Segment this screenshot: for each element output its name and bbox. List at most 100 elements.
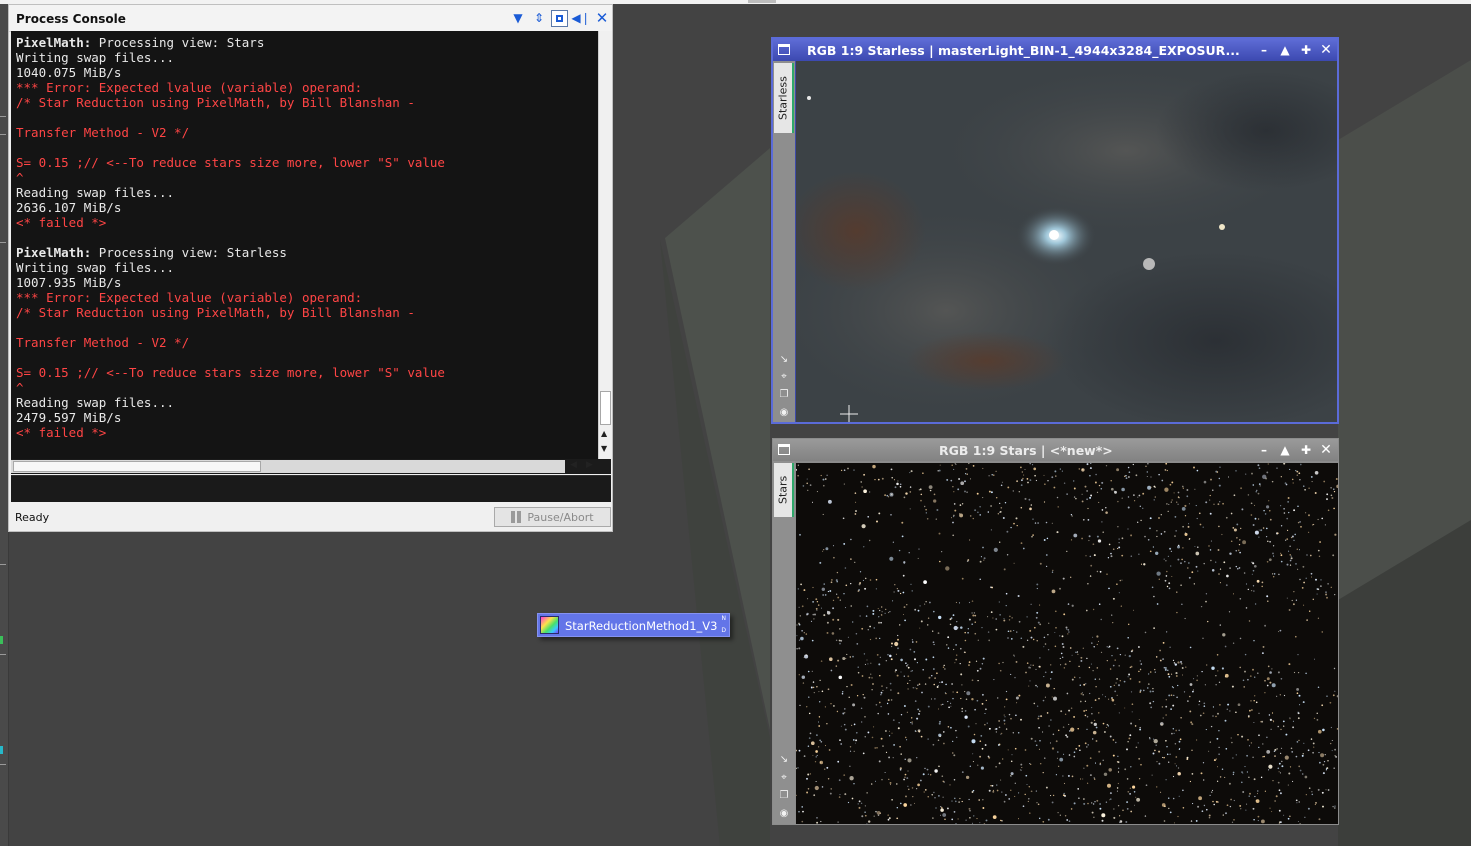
console-line-text: S= 0.15 ;// <--To reduce stars size more…: [16, 365, 445, 380]
minimize-icon[interactable]: –: [1257, 42, 1271, 58]
console-title-bar[interactable]: Process Console ▼ ⇕ ◀❘ ✕: [9, 5, 612, 32]
console-output[interactable]: PixelMath: Processing view: Stars Writing…: [11, 31, 598, 459]
starless-image[interactable]: [796, 61, 1337, 422]
shade-icon[interactable]: ▲: [1278, 442, 1292, 458]
mask-icon[interactable]: ◉: [778, 807, 790, 819]
process-icon-corner-n: N: [721, 615, 727, 622]
console-status-bar: Ready Pause/Abort: [9, 502, 612, 531]
minimize-icon[interactable]: –: [1257, 442, 1271, 458]
window-title: RGB 1:9 Starless | masterLight_BIN-1_494…: [807, 43, 1240, 58]
console-line-text: /* Star Reduction using PixelMath, by Bi…: [16, 95, 415, 110]
console-line-text: *** Error: Expected lvalue (variable) op…: [16, 290, 363, 305]
console-line-text: /* Star Reduction using PixelMath, by Bi…: [16, 305, 415, 320]
stars-image[interactable]: [796, 463, 1338, 824]
image-window-stars[interactable]: RGB 1:9 Stars | <*new*> – ▲ ✚ ✕ Stars ↘ …: [772, 438, 1339, 825]
console-line-text: Transfer Method - V2 */: [16, 335, 190, 350]
console-line: PixelMath: Processing view: Stars: [16, 35, 445, 50]
console-line-text: ^: [16, 380, 24, 395]
scroll-right-icon[interactable]: ▶: [586, 460, 593, 470]
console-line-text: 2636.107 MiB/s: [16, 200, 122, 215]
console-line: *** Error: Expected lvalue (variable) op…: [16, 290, 445, 305]
pause-abort-button[interactable]: Pause/Abort: [494, 507, 611, 527]
crosshair-cursor-icon: [840, 405, 858, 422]
console-line: /* Star Reduction using PixelMath, by Bi…: [16, 305, 445, 320]
console-vertical-scrollbar[interactable]: ▲ ▼: [598, 31, 612, 459]
window-menu-icon[interactable]: [778, 44, 790, 55]
console-line-text: 2479.597 MiB/s: [16, 410, 122, 425]
collapse-left-icon[interactable]: ◀❘: [571, 10, 590, 26]
console-line-text: Processing view: Starless: [91, 245, 287, 260]
view-tab-starless[interactable]: Starless: [774, 63, 794, 133]
resize-vertical-icon[interactable]: ⇕: [531, 10, 547, 26]
console-line: Transfer Method - V2 */: [16, 125, 445, 140]
window-title: RGB 1:9 Stars | <*new*>: [939, 443, 1113, 458]
console-line: Transfer Method - V2 */: [16, 335, 445, 350]
maximize-icon[interactable]: ✚: [1299, 442, 1313, 458]
console-line-text: 1007.935 MiB/s: [16, 275, 122, 290]
process-console[interactable]: Process Console ▼ ⇕ ◀❘ ✕ PixelMath: Proc…: [8, 4, 613, 532]
mask-icon[interactable]: ◉: [778, 406, 790, 418]
console-line: 2636.107 MiB/s: [16, 200, 445, 215]
console-line-text: Reading swap files...: [16, 395, 175, 410]
console-line-text: Reading swap files...: [16, 185, 175, 200]
console-line-text: <* failed *>: [16, 425, 107, 440]
console-lines: PixelMath: Processing view: Stars Writing…: [16, 35, 445, 440]
starfield-render: [796, 463, 1338, 824]
clone-icon[interactable]: ❐: [778, 789, 790, 801]
identifier-icon[interactable]: ↘: [778, 753, 790, 765]
console-line-text: <* failed *>: [16, 215, 107, 230]
scroll-down-icon[interactable]: ▼: [601, 444, 607, 453]
left-green-marker: [0, 636, 3, 644]
nebula-render: [796, 61, 1337, 422]
console-line-process: PixelMath:: [16, 245, 92, 260]
window-menu-icon[interactable]: [778, 444, 790, 455]
console-line-text: S= 0.15 ;// <--To reduce stars size more…: [16, 155, 445, 170]
fit-icon[interactable]: ⌖: [778, 771, 790, 783]
pause-abort-label: Pause/Abort: [527, 510, 594, 524]
clone-icon[interactable]: ❐: [778, 388, 790, 400]
status-text: Ready: [15, 511, 50, 524]
fit-icon[interactable]: ⌖: [778, 370, 790, 382]
window-title-bar[interactable]: RGB 1:9 Starless | masterLight_BIN-1_494…: [773, 39, 1337, 61]
console-line-process: PixelMath:: [16, 35, 92, 50]
identifier-icon[interactable]: ↘: [778, 353, 790, 365]
pause-icon: [511, 511, 522, 523]
chevron-down-icon[interactable]: ▼: [510, 10, 526, 26]
console-line: /* Star Reduction using PixelMath, by Bi…: [16, 95, 445, 110]
console-line-text: Writing swap files...: [16, 50, 175, 65]
process-icon-label: StarReductionMethod1_V3: [565, 619, 718, 633]
console-line: ^: [16, 170, 445, 185]
vertical-scroll-thumb[interactable]: [600, 391, 611, 425]
shade-icon[interactable]: ▲: [1278, 42, 1292, 58]
close-icon[interactable]: ✕: [594, 10, 610, 26]
close-icon[interactable]: ✕: [1319, 442, 1333, 458]
console-line-text: 1040.075 MiB/s: [16, 65, 122, 80]
close-icon[interactable]: ✕: [1319, 42, 1333, 58]
console-line: S= 0.15 ;// <--To reduce stars size more…: [16, 155, 445, 170]
console-title: Process Console: [16, 12, 126, 26]
console-horizontal-scrollbar[interactable]: ◀ ▶: [11, 459, 611, 474]
console-line: <* failed *>: [16, 215, 445, 230]
process-icon-star-reduction[interactable]: StarReductionMethod1_V3 N D: [537, 613, 730, 637]
console-line-text: Transfer Method - V2 */: [16, 125, 190, 140]
console-line: Reading swap files...: [16, 185, 445, 200]
view-tab-label: Starless: [776, 76, 790, 120]
view-side-bar: Stars ↘ ⌖ ❐ ◉: [773, 461, 795, 824]
console-line-text: Processing view: Stars: [91, 35, 265, 50]
maximize-icon[interactable]: ✚: [1299, 42, 1313, 58]
scroll-left-icon[interactable]: ◀: [570, 460, 577, 470]
workspace[interactable]: Process Console ▼ ⇕ ◀❘ ✕ PixelMath: Proc…: [0, 0, 1471, 846]
console-line: PixelMath: Processing view: Starless: [16, 245, 445, 260]
scroll-up-icon[interactable]: ▲: [601, 429, 607, 438]
process-icon-corner-d: D: [721, 627, 726, 634]
window-title-bar[interactable]: RGB 1:9 Stars | <*new*> – ▲ ✚ ✕: [773, 439, 1338, 461]
console-line: 1040.075 MiB/s: [16, 65, 445, 80]
console-command-input[interactable]: [11, 475, 611, 503]
image-window-starless[interactable]: RGB 1:9 Starless | masterLight_BIN-1_494…: [771, 37, 1339, 424]
view-tab-stars[interactable]: Stars: [774, 463, 794, 517]
maximize-icon[interactable]: [551, 10, 568, 27]
horizontal-scroll-thumb[interactable]: [13, 461, 261, 472]
console-line: 1007.935 MiB/s: [16, 275, 445, 290]
horizontal-scroll-track[interactable]: [11, 460, 565, 473]
